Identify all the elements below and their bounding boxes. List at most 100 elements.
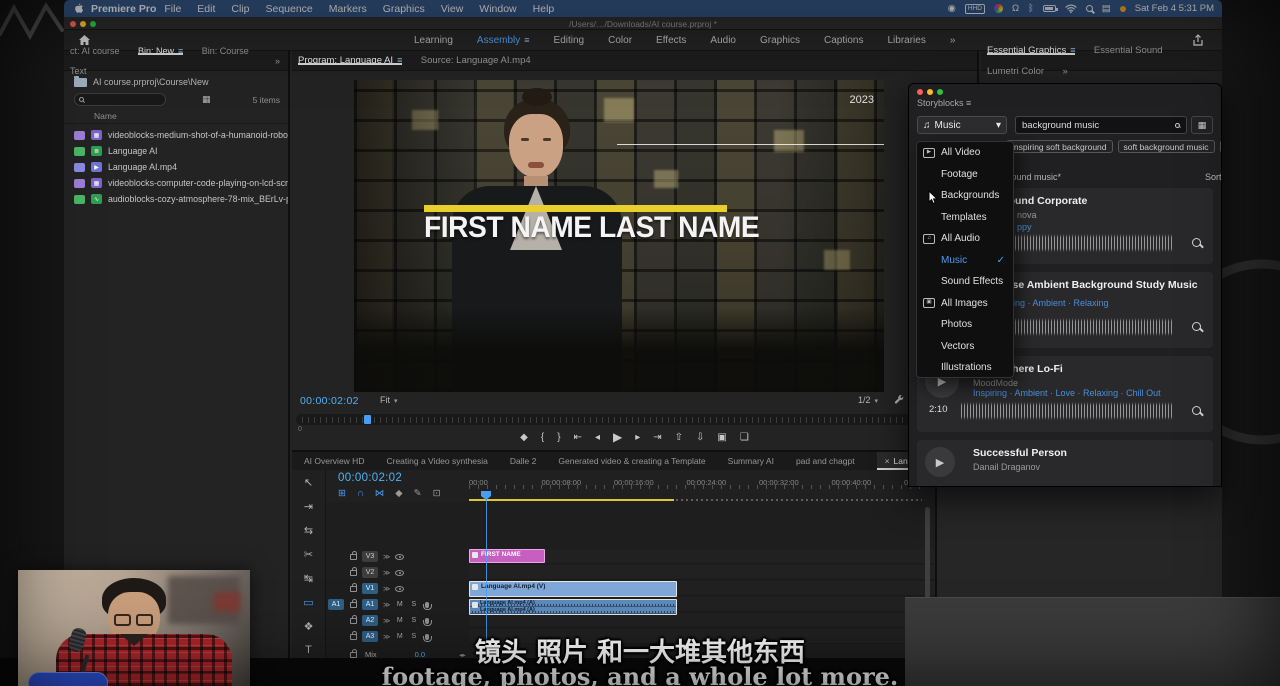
transport-button[interactable]: ▣ xyxy=(717,432,726,443)
project-item-row[interactable]: ▶ Language AI.mp4 xyxy=(64,159,288,175)
video-track-lane[interactable] xyxy=(469,565,935,580)
fast-user-switch-icon[interactable]: ▤ xyxy=(1102,3,1111,14)
timeline-tool[interactable]: ↖ xyxy=(292,470,325,494)
right-panel-tab[interactable]: Lumetri Color≡ xyxy=(987,66,1044,77)
project-tab[interactable]: Bin: New≡ xyxy=(138,46,183,56)
timeline-header-icon[interactable]: ⊡ xyxy=(433,488,441,499)
transport-button[interactable]: ▸ xyxy=(635,432,640,443)
transport-button[interactable]: } xyxy=(557,432,560,443)
media-item-name[interactable]: audioblocks-cozy-atmosphere-78-mix_BErLv… xyxy=(108,194,288,204)
panel-menu-icon[interactable]: ≡ xyxy=(1070,45,1075,55)
transport-button[interactable]: { xyxy=(541,432,544,443)
workspace-tab[interactable]: Editing≡ xyxy=(554,35,585,46)
track-title[interactable]: Successful Person xyxy=(973,447,1067,459)
track-target-button[interactable]: V2 xyxy=(362,567,378,578)
track-target-button[interactable]: A1 xyxy=(362,599,378,610)
timeline-ruler[interactable]: 00:0000:00:08:0000:00:16:0000:00:24:0000… xyxy=(469,472,931,485)
category-menu-item[interactable]: ♫ All Audio ✓ xyxy=(917,228,1013,250)
sort-label[interactable]: Sort xyxy=(1205,172,1222,182)
timeline-tool[interactable]: ↹ xyxy=(292,566,325,590)
search-icon[interactable] xyxy=(1175,123,1180,128)
transport-button[interactable]: ❏ xyxy=(740,432,749,443)
track-tag-link[interactable]: ppy xyxy=(1017,222,1032,232)
source-patch-icon[interactable]: ≫ xyxy=(383,553,390,561)
audio-track-lane[interactable] xyxy=(469,613,935,628)
track-output-eye-icon[interactable] xyxy=(395,570,404,576)
color-wheel-icon[interactable] xyxy=(994,4,1003,13)
label-color-swatch[interactable] xyxy=(74,179,85,188)
storyblocks-search-input[interactable]: background music xyxy=(1015,116,1187,134)
category-menu-item[interactable]: ▶ All Video ✓ xyxy=(917,142,1013,164)
timeline-tool[interactable]: ⇆ xyxy=(292,518,325,542)
lock-icon[interactable] xyxy=(350,586,357,592)
audio-clip[interactable]: Language AI.mp4 (A) Language AI.mp4 (A) xyxy=(469,599,677,615)
category-menu-item[interactable]: ▣ All Images ✓ xyxy=(917,293,1013,315)
media-item-name[interactable]: Language AI.mp4 xyxy=(108,162,177,172)
menubar-item[interactable]: Graphics xyxy=(383,3,425,15)
workspace-tab[interactable]: Assembly≡ xyxy=(477,35,530,46)
view-options-button[interactable]: ▦ xyxy=(1191,116,1213,134)
apple-menu-icon[interactable] xyxy=(74,3,83,14)
track-target-button[interactable]: V1 xyxy=(362,583,378,594)
battery-icon[interactable] xyxy=(1043,5,1056,12)
find-similar-icon[interactable] xyxy=(1192,406,1201,415)
source-patch-icon[interactable]: ≫ xyxy=(383,569,390,577)
lock-icon[interactable] xyxy=(350,602,357,608)
right-panel-tab[interactable]: Essential Sound≡ xyxy=(1094,45,1163,56)
playback-resolution-dropdown[interactable]: 1/2▾ xyxy=(858,395,878,405)
program-timecode[interactable]: 00:00:02:02 xyxy=(300,395,359,407)
category-menu-item[interactable]: Vectors ✓ xyxy=(917,336,1013,358)
media-item-name[interactable]: videoblocks-computer-code-playing-on-lcd… xyxy=(108,178,288,188)
scrubber-playhead[interactable] xyxy=(364,415,371,424)
project-tab[interactable]: Text≡ xyxy=(70,66,87,76)
minimize-window-button[interactable] xyxy=(927,89,933,95)
voiceover-record-icon[interactable] xyxy=(425,618,429,624)
label-color-swatch[interactable] xyxy=(74,131,85,140)
wifi-icon[interactable] xyxy=(1065,4,1077,13)
sequence-tab[interactable]: ×Creating a Video synthesia xyxy=(386,452,487,470)
headphones-icon[interactable]: Ω xyxy=(1012,3,1019,14)
solo-button[interactable]: S xyxy=(409,617,418,624)
find-similar-icon[interactable] xyxy=(1192,238,1201,247)
drive-status-icon[interactable]: HHD xyxy=(965,4,985,14)
project-item-row[interactable]: ∿ audioblocks-cozy-atmosphere-78-mix_BEr… xyxy=(64,191,288,207)
timeline-tool[interactable]: ▭ xyxy=(292,590,325,614)
workspace-tab[interactable]: »≡ xyxy=(950,35,956,46)
category-dropdown[interactable]: ♫ Music ▾ xyxy=(917,116,1007,134)
workspace-tab[interactable]: Captions≡ xyxy=(824,35,863,46)
project-tab[interactable]: ct: AI course≡ xyxy=(70,46,120,56)
waveform[interactable] xyxy=(961,402,1173,420)
search-suggestion-chip[interactable]: inspiring soft background xyxy=(1006,140,1113,153)
label-color-swatch[interactable] xyxy=(74,163,85,172)
track-target-button[interactable]: A2 xyxy=(362,615,378,626)
track-tags[interactable]: Inspiring · Ambient · Love · Relaxing · … xyxy=(973,388,1161,398)
lock-icon[interactable] xyxy=(350,570,357,576)
menubar-item[interactable]: View xyxy=(441,3,464,15)
source-patch-icon[interactable]: ≫ xyxy=(383,617,390,625)
new-bin-icon[interactable]: ▦ xyxy=(202,94,211,105)
right-panel-tab[interactable]: Essential Graphics≡ xyxy=(987,45,1075,56)
timeline-timecode[interactable]: 00:00:02:02 xyxy=(338,472,402,484)
transport-button[interactable]: ⇩ xyxy=(696,432,704,443)
category-menu-item[interactable]: Music ✓ xyxy=(917,250,1013,272)
screen-record-icon[interactable]: ◉ xyxy=(948,3,956,14)
transport-button[interactable]: ◆ xyxy=(520,432,528,443)
menubar-item[interactable]: Edit xyxy=(197,3,215,15)
workspace-menu-icon[interactable]: ≡ xyxy=(524,35,529,45)
project-item-row[interactable]: ▦ videoblocks-computer-code-playing-on-l… xyxy=(64,175,288,191)
active-app-name[interactable]: Premiere Pro xyxy=(91,3,156,15)
menubar-item[interactable]: Sequence xyxy=(265,3,312,15)
sequence-tab[interactable]: ×pad and chagpt xyxy=(796,452,855,470)
video-clip[interactable]: Language AI.mp4 (V) xyxy=(469,581,677,597)
transport-button[interactable]: ▶ xyxy=(613,430,622,444)
project-item-row[interactable]: ≣ Language AI xyxy=(64,143,288,159)
source-patch-icon[interactable]: ≫ xyxy=(383,601,390,609)
transport-button[interactable]: ◂ xyxy=(595,432,600,443)
find-similar-icon[interactable] xyxy=(1192,322,1201,331)
sequence-tab[interactable]: ×Summary AI xyxy=(728,452,774,470)
workspace-tab[interactable]: Effects≡ xyxy=(656,35,686,46)
more-tabs-chevron[interactable]: » xyxy=(275,56,280,66)
sequence-tab[interactable]: ×Generated video & creating a Template xyxy=(558,452,705,470)
panel-menu-icon[interactable]: ≡ xyxy=(966,98,971,108)
project-item-row[interactable]: ▦ videoblocks-medium-shot-of-a-humanoid-… xyxy=(64,127,288,143)
